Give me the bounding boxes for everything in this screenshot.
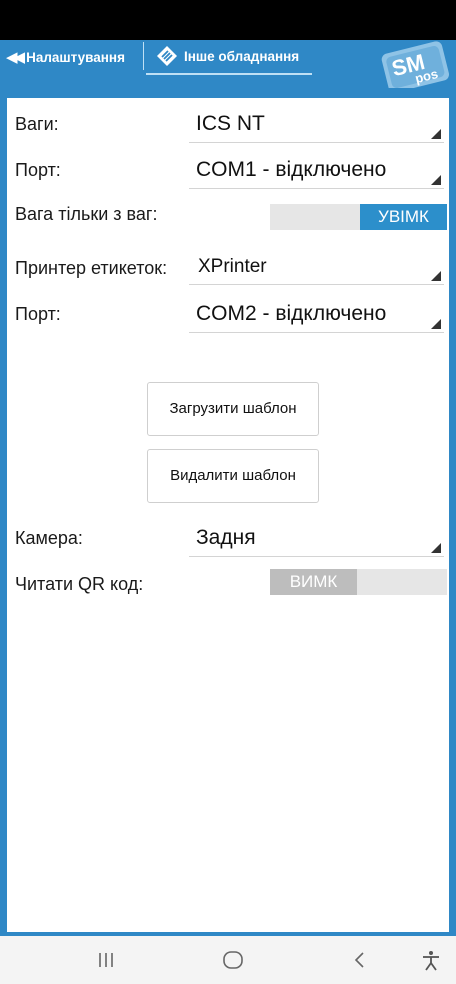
tab-settings[interactable]: ◀◀ Налаштування xyxy=(6,44,125,70)
dropdown-arrow-icon xyxy=(431,271,441,281)
printer-port-dropdown[interactable]: COM2 - відключено xyxy=(189,296,444,333)
delete-template-button[interactable]: Видалити шаблон xyxy=(147,449,319,503)
read-qr-row: Читати QR код: ВИМК xyxy=(7,564,449,604)
dropdown-arrow-icon xyxy=(431,129,441,139)
top-bar: ◀◀ Налаштування Інше обладнання SM pos xyxy=(0,40,456,89)
scales-port-row: Порт: COM1 - відключено xyxy=(7,150,449,190)
scales-port-value: COM1 - відключено xyxy=(196,158,387,181)
back-arrow-icon: ◀◀ xyxy=(6,49,25,66)
weight-only-label: Вага тільки з ваг: xyxy=(15,204,158,224)
read-qr-label: Читати QR код: xyxy=(15,574,144,594)
camera-dropdown[interactable]: Задня xyxy=(189,520,444,557)
toggle-state: ВИМК xyxy=(270,569,357,595)
system-nav-bar xyxy=(0,936,456,984)
back-icon[interactable] xyxy=(352,950,368,970)
printer-label: Принтер етикеток: xyxy=(15,258,168,278)
camera-row: Камера: Задня xyxy=(7,518,449,558)
tab-other-equipment[interactable]: Інше обладнання xyxy=(148,40,310,72)
dropdown-arrow-icon xyxy=(431,175,441,185)
printer-port-label: Порт: xyxy=(15,304,61,324)
equipment-icon xyxy=(157,46,177,66)
load-template-button[interactable]: Загрузити шаблон xyxy=(147,382,319,436)
camera-value: Задня xyxy=(196,526,256,549)
weight-only-toggle[interactable]: УВІМК xyxy=(270,204,447,230)
recent-apps-icon[interactable] xyxy=(96,950,116,970)
read-qr-toggle[interactable]: ВИМК xyxy=(270,569,447,595)
printer-port-row: Порт: COM2 - відключено xyxy=(7,294,449,334)
camera-label: Камера: xyxy=(15,528,83,548)
tab-settings-label: Налаштування xyxy=(26,49,125,65)
active-tab-pointer xyxy=(158,75,198,89)
scales-value: ICS NT xyxy=(196,112,265,135)
tab-separator xyxy=(143,42,144,70)
printer-dropdown[interactable]: XPrinter xyxy=(189,248,444,285)
dropdown-arrow-icon xyxy=(431,543,441,553)
scales-dropdown[interactable]: ICS NT xyxy=(189,106,444,143)
accessibility-icon[interactable] xyxy=(420,950,442,972)
tab-other-equipment-label: Інше обладнання xyxy=(184,48,300,64)
smpos-logo: SM pos xyxy=(381,41,450,88)
scales-port-dropdown[interactable]: COM1 - відключено xyxy=(189,152,444,189)
printer-port-value: COM2 - відключено xyxy=(196,302,387,325)
toggle-state: УВІМК xyxy=(360,204,447,230)
dropdown-arrow-icon xyxy=(431,319,441,329)
scales-label: Ваги: xyxy=(15,114,59,134)
printer-row: Принтер етикеток: XPrinter xyxy=(7,246,449,286)
home-icon[interactable] xyxy=(222,950,244,970)
settings-panel: Ваги: ICS NT Порт: COM1 - відключено Ваг… xyxy=(7,98,449,932)
scales-row: Ваги: ICS NT xyxy=(7,104,449,144)
scales-port-label: Порт: xyxy=(15,160,61,180)
app-frame: ◀◀ Налаштування Інше обладнання SM pos В… xyxy=(0,40,456,936)
printer-value: XPrinter xyxy=(198,256,267,277)
weight-only-row: Вага тільки з ваг: УВІМК xyxy=(7,196,449,236)
